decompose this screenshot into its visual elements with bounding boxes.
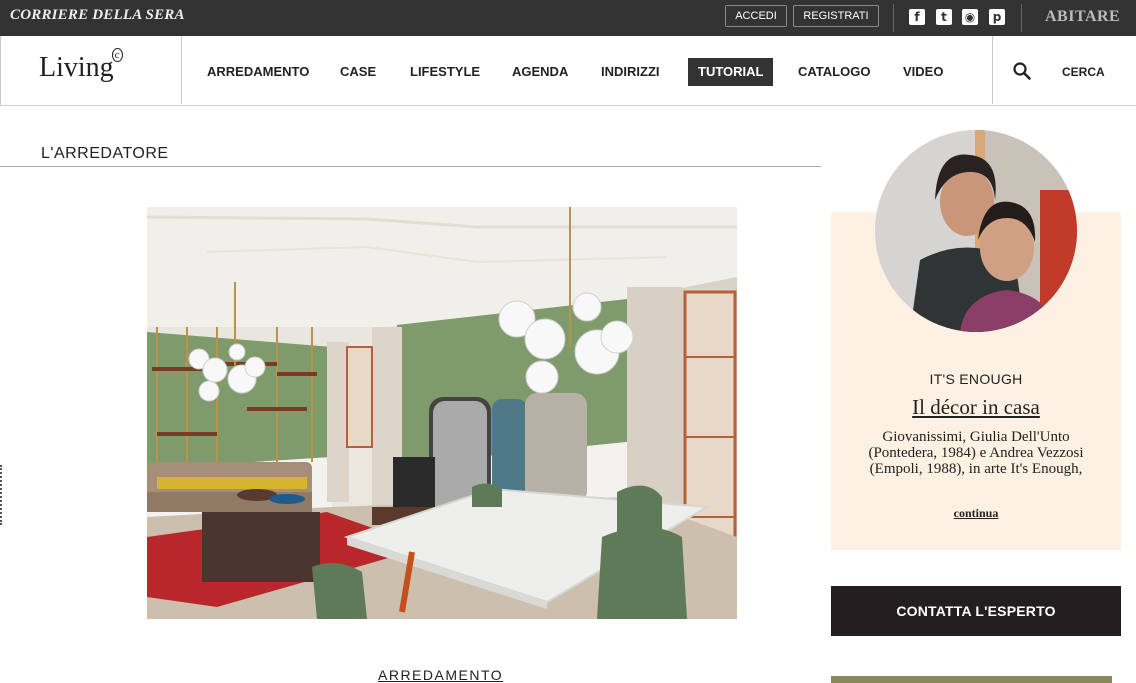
- search-icon[interactable]: [1013, 62, 1031, 80]
- divider: [1021, 4, 1022, 32]
- expert-title-link[interactable]: Il décor in casa: [831, 395, 1121, 420]
- search-label[interactable]: CERCA: [1062, 65, 1105, 79]
- nav-item-catalogo[interactable]: CATALOGO: [788, 58, 880, 86]
- section-title: L'ARREDATORE: [41, 145, 169, 162]
- continue-link[interactable]: continua: [831, 506, 1121, 521]
- section-divider: [0, 166, 821, 167]
- divider: [992, 36, 993, 104]
- divider: [181, 36, 182, 104]
- next-card-edge: [831, 676, 1112, 683]
- rss-icon[interactable]: ◉: [962, 9, 978, 25]
- article-category-link[interactable]: ARREDAMENTO: [378, 667, 503, 683]
- article-hero-image[interactable]: [147, 207, 737, 619]
- nav-item-indirizzi[interactable]: INDIRIZZI: [591, 58, 670, 86]
- interior-rendering: [147, 207, 737, 619]
- copyright-mark: c: [111, 47, 123, 62]
- nav-item-case[interactable]: CASE: [330, 58, 386, 86]
- divider: [893, 4, 894, 32]
- nav-item-tutorial[interactable]: TUTORIAL: [688, 58, 774, 86]
- living-logo[interactable]: Livingc: [39, 47, 125, 84]
- nav-item-lifestyle[interactable]: LIFESTYLE: [400, 58, 490, 86]
- facebook-icon[interactable]: f: [909, 9, 925, 25]
- abitare-logo[interactable]: ABITARE: [1045, 8, 1120, 26]
- logo-text: Living: [39, 52, 114, 83]
- nav-item-agenda[interactable]: AGENDA: [502, 58, 578, 86]
- register-button[interactable]: REGISTRATI: [793, 5, 879, 27]
- login-button[interactable]: ACCEDI: [725, 5, 787, 27]
- pinterest-icon[interactable]: p: [989, 9, 1005, 25]
- nav-item-arredamento[interactable]: ARREDAMENTO: [197, 58, 319, 86]
- expert-description: Giovanissimi, Giulia Dell'Unto (Ponteder…: [868, 429, 1084, 477]
- top-bar: CORRIERE DELLA SERA ACCEDI REGISTRATI f …: [0, 0, 1136, 36]
- side-marker: [0, 465, 3, 525]
- contact-expert-button[interactable]: CONTATTA L'ESPERTO: [831, 586, 1121, 636]
- corriere-logo[interactable]: CORRIERE DELLA SERA: [10, 7, 185, 24]
- nav-item-video[interactable]: VIDEO: [893, 58, 953, 86]
- twitter-icon[interactable]: t: [936, 9, 952, 25]
- expert-avatar: [875, 130, 1077, 332]
- expert-portrait: [875, 130, 1077, 332]
- main-nav: Livingc ARREDAMENTO CASE LIFESTYLE AGEND…: [0, 36, 1136, 106]
- expert-name: IT'S ENOUGH: [929, 371, 1023, 387]
